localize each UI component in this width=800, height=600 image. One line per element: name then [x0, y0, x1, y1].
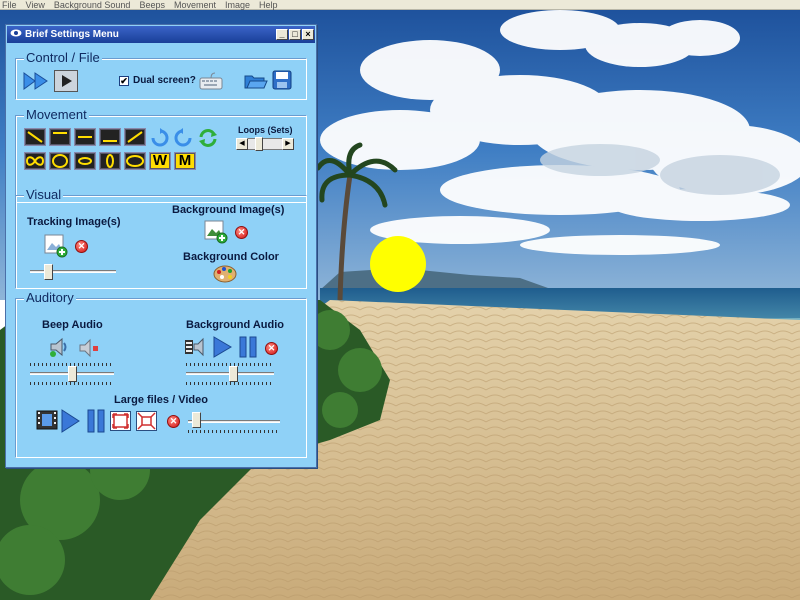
pattern-vertical-oval-button[interactable]	[99, 152, 121, 170]
fullscreen-shrink-icon[interactable]	[136, 411, 157, 431]
maximize-button[interactable]: □	[289, 29, 301, 40]
video-pause-icon[interactable]	[86, 409, 106, 436]
pattern-infinity-button[interactable]	[24, 152, 46, 170]
pattern-diagonal-down-button[interactable]	[24, 128, 46, 146]
background-audio-play-icon[interactable]	[212, 336, 232, 361]
dual-screen-checkbox[interactable]: ✔	[119, 76, 129, 86]
pattern-top-line-button[interactable]	[49, 128, 71, 146]
pattern-small-oval-button[interactable]	[74, 152, 96, 170]
menu-image[interactable]: Image	[225, 0, 250, 10]
visual-group: Visual Tracking Image(s) ✕ Background Im…	[15, 187, 307, 289]
tracking-image-label: Tracking Image(s)	[27, 216, 121, 228]
pattern-circle-button[interactable]	[49, 152, 71, 170]
window-titlebar[interactable]: Brief Settings Menu _ □ ×	[7, 26, 315, 43]
menu-beeps[interactable]: Beeps	[139, 0, 165, 10]
background-image-label: Background Image(s)	[172, 204, 285, 216]
pattern-bottom-line-button[interactable]	[99, 128, 121, 146]
pattern-middle-line-button[interactable]	[74, 128, 96, 146]
rotate-cw-icon[interactable]	[150, 128, 170, 151]
menu-movement[interactable]: Movement	[174, 0, 216, 10]
control-file-title: Control / File	[24, 50, 102, 65]
beep-mute-icon[interactable]	[78, 338, 100, 361]
pattern-m-button[interactable]: M	[174, 152, 196, 170]
add-tracking-image-icon[interactable]	[44, 234, 68, 261]
remove-video-button[interactable]: ✕	[167, 415, 180, 428]
background-audio-pause-icon[interactable]	[238, 336, 258, 361]
keyboard-icon[interactable]	[199, 71, 223, 94]
loops-decrease-button[interactable]: ◀	[236, 138, 248, 150]
tracking-ball	[370, 236, 426, 292]
beep-audio-label: Beep Audio	[42, 319, 103, 331]
fast-forward-icon[interactable]	[23, 71, 49, 94]
background-color-label: Background Color	[183, 251, 279, 263]
menu-help[interactable]: Help	[259, 0, 278, 10]
tracking-size-slider[interactable]	[30, 264, 116, 280]
tracking-size-slider-thumb[interactable]	[44, 264, 53, 280]
add-background-image-icon[interactable]	[204, 220, 228, 247]
video-position-slider-thumb[interactable]	[192, 412, 201, 428]
remove-background-audio-button[interactable]: ✕	[265, 342, 278, 355]
loops-increase-button[interactable]: ▶	[282, 138, 294, 150]
control-file-group: Control / File ✔ Dual screen?	[15, 50, 307, 100]
auditory-title: Auditory	[24, 290, 76, 305]
palette-icon[interactable]	[213, 265, 237, 286]
loops-label: Loops (Sets)	[238, 125, 293, 135]
video-position-slider[interactable]	[188, 411, 280, 433]
background-volume-slider-thumb[interactable]	[229, 366, 238, 382]
rotate-ccw-icon[interactable]	[173, 128, 193, 151]
pattern-horizontal-oval-button[interactable]	[124, 152, 146, 170]
brief-settings-window: Brief Settings Menu _ □ × Control / File…	[5, 24, 317, 468]
video-play-icon[interactable]	[60, 409, 80, 436]
menubar: File View Background Sound Beeps Movemen…	[0, 0, 800, 10]
refresh-icon[interactable]	[197, 127, 219, 152]
remove-background-image-button[interactable]: ✕	[235, 226, 248, 239]
fullscreen-expand-icon[interactable]	[110, 411, 131, 431]
beep-speaker-icon[interactable]	[48, 336, 72, 361]
background-volume-slider[interactable]	[186, 363, 274, 385]
menu-file[interactable]: File	[2, 0, 17, 10]
large-files-video-label: Large files / Video	[114, 394, 208, 406]
loops-slider-thumb[interactable]	[255, 137, 263, 151]
dual-screen-label: Dual screen?	[133, 75, 196, 86]
minimize-button[interactable]: _	[276, 29, 288, 40]
close-button[interactable]: ×	[302, 29, 314, 40]
play-icon[interactable]	[54, 70, 78, 95]
eye-icon	[10, 29, 22, 40]
visual-title: Visual	[24, 187, 64, 202]
pattern-diagonal-up-button[interactable]	[124, 128, 146, 146]
menu-background-sound[interactable]: Background Sound	[54, 0, 131, 10]
video-film-icon[interactable]	[36, 409, 58, 434]
remove-tracking-image-button[interactable]: ✕	[75, 240, 88, 253]
window-title: Brief Settings Menu	[25, 29, 119, 40]
background-audio-speaker-icon[interactable]	[184, 336, 210, 361]
movement-title: Movement	[24, 107, 89, 122]
save-icon[interactable]	[272, 70, 292, 93]
auditory-group: Auditory Beep Audio Background Audio ✕ L…	[15, 290, 307, 458]
loops-slider[interactable]: ◀ ▶	[236, 137, 294, 151]
folder-open-icon[interactable]	[244, 71, 268, 94]
beep-volume-slider[interactable]	[30, 363, 114, 385]
menu-view[interactable]: View	[26, 0, 45, 10]
pattern-w-button[interactable]: W	[149, 152, 171, 170]
background-audio-label: Background Audio	[186, 319, 284, 331]
beep-volume-slider-thumb[interactable]	[68, 366, 77, 382]
